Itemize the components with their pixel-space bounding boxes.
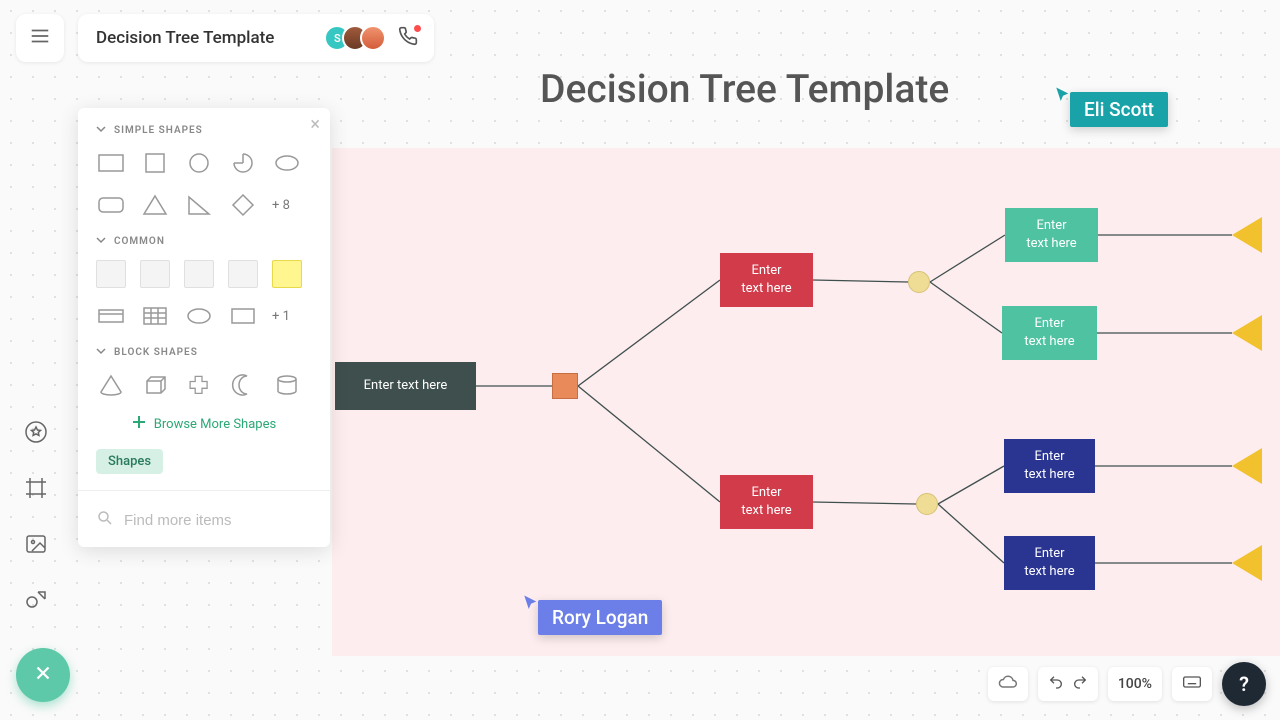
shape-square[interactable] <box>140 149 170 177</box>
node-teal-2[interactable]: Enter text here <box>1002 306 1097 360</box>
shape-table[interactable] <box>140 302 170 330</box>
shape-common-2[interactable] <box>140 260 170 288</box>
phone-icon <box>398 26 418 50</box>
collaborator-name: Eli Scott <box>1070 92 1168 127</box>
close-icon <box>32 662 54 688</box>
junction-circle-bottom[interactable] <box>916 493 938 515</box>
redo-button[interactable] <box>1072 674 1088 694</box>
keyboard-icon <box>1182 672 1202 696</box>
shape-sticky-note[interactable] <box>272 260 302 288</box>
end-marker[interactable] <box>1232 315 1262 351</box>
image-icon <box>24 532 48 560</box>
shapes-tab[interactable]: Shapes <box>96 449 163 474</box>
shape-cone[interactable] <box>96 371 126 399</box>
shape-oval[interactable] <box>184 302 214 330</box>
browse-more-shapes[interactable]: Browse More Shapes <box>78 409 330 447</box>
undo-button[interactable] <box>1048 674 1064 694</box>
shape-circle[interactable] <box>184 149 214 177</box>
close-panel-fab[interactable] <box>16 648 70 702</box>
shape-rounded-rect[interactable] <box>96 191 126 219</box>
end-marker[interactable] <box>1232 448 1262 484</box>
title-bar: Decision Tree Template S <box>78 14 434 62</box>
avatar[interactable] <box>360 25 386 51</box>
section-block-shapes[interactable]: BLOCK SHAPES <box>96 346 312 359</box>
close-icon: × <box>310 114 320 135</box>
shape-note-rect[interactable] <box>96 302 126 330</box>
shapes-tool[interactable] <box>22 588 50 616</box>
cloud-icon <box>998 672 1018 696</box>
collaborator-cursor-eli: Eli Scott <box>1054 86 1168 127</box>
hamburger-icon <box>29 25 51 51</box>
frame-icon <box>24 476 48 504</box>
search-input[interactable] <box>124 512 323 529</box>
shape-cube[interactable] <box>140 371 170 399</box>
document-title[interactable]: Decision Tree Template <box>96 28 274 48</box>
shape-triangle[interactable] <box>140 191 170 219</box>
shape-crescent[interactable] <box>228 371 258 399</box>
shape-common-3[interactable] <box>184 260 214 288</box>
end-marker[interactable] <box>1232 217 1262 253</box>
cloud-sync-button[interactable] <box>988 667 1028 701</box>
sticker-tool[interactable] <box>22 420 50 448</box>
star-cursor-icon <box>24 420 48 448</box>
shape-plus[interactable] <box>184 371 214 399</box>
panel-close-button[interactable]: × <box>310 116 320 134</box>
frame-tool[interactable] <box>22 476 50 504</box>
collaborator-cursor-rory: Rory Logan <box>522 594 662 635</box>
shape-rect2[interactable] <box>228 302 258 330</box>
menu-button[interactable] <box>16 14 64 62</box>
keyboard-shortcuts-button[interactable] <box>1172 667 1212 701</box>
page-title[interactable]: Decision Tree Template <box>540 66 949 112</box>
search-icon <box>96 509 114 531</box>
chevron-down-icon <box>96 235 106 248</box>
node-red-top[interactable]: Enter text here <box>720 253 813 307</box>
more-shapes-simple[interactable]: + 8 <box>272 198 290 213</box>
zoom-control[interactable]: 100% <box>1108 667 1162 701</box>
node-red-bottom[interactable]: Enter text here <box>720 475 813 529</box>
section-common[interactable]: COMMON <box>96 235 312 248</box>
shape-right-triangle[interactable] <box>184 191 214 219</box>
shape-diamond[interactable] <box>228 191 258 219</box>
call-button[interactable] <box>396 26 420 50</box>
image-tool[interactable] <box>22 532 50 560</box>
node-navy-2[interactable]: Enter text here <box>1004 536 1095 590</box>
shape-common-1[interactable] <box>96 260 126 288</box>
shapes-icon <box>24 588 48 616</box>
divider <box>78 490 330 491</box>
plus-icon <box>132 415 146 433</box>
shape-common-4[interactable] <box>228 260 258 288</box>
node-navy-1[interactable]: Enter text here <box>1004 439 1095 493</box>
shape-ellipse[interactable] <box>272 149 302 177</box>
chevron-down-icon <box>96 124 106 137</box>
end-marker[interactable] <box>1232 545 1262 581</box>
section-simple-shapes[interactable]: SIMPLE SHAPES <box>96 124 312 137</box>
chevron-down-icon <box>96 346 106 359</box>
shape-rectangle[interactable] <box>96 149 126 177</box>
shapes-panel: × SIMPLE SHAPES + 8 COMMON <box>78 108 330 547</box>
collaborator-name: Rory Logan <box>538 600 662 635</box>
presence-avatars[interactable]: S <box>324 25 386 51</box>
junction-square[interactable] <box>552 373 578 399</box>
shape-arc[interactable] <box>228 149 258 177</box>
shape-cylinder[interactable] <box>272 371 302 399</box>
junction-circle-top[interactable] <box>908 271 930 293</box>
node-root[interactable]: Enter text here <box>335 362 476 410</box>
more-shapes-common[interactable]: + 1 <box>272 309 290 324</box>
node-teal-1[interactable]: Enter text here <box>1005 208 1098 262</box>
help-button[interactable]: ? <box>1222 662 1266 706</box>
